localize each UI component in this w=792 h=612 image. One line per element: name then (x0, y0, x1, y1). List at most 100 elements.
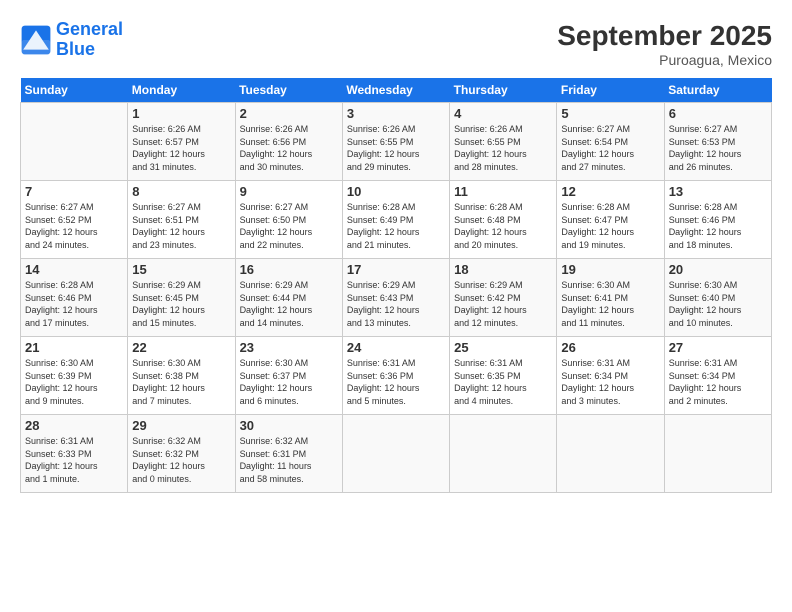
day-info: Sunrise: 6:27 AM Sunset: 6:52 PM Dayligh… (25, 201, 123, 251)
day-number: 16 (240, 262, 338, 277)
calendar-cell: 15 Sunrise: 6:29 AM Sunset: 6:45 PM Dayli… (128, 259, 235, 337)
day-info: Sunrise: 6:31 AM Sunset: 6:34 PM Dayligh… (669, 357, 767, 407)
weekday-header-monday: Monday (128, 78, 235, 103)
day-info: Sunrise: 6:26 AM Sunset: 6:55 PM Dayligh… (454, 123, 552, 173)
day-number: 24 (347, 340, 445, 355)
day-number: 2 (240, 106, 338, 121)
day-number: 25 (454, 340, 552, 355)
day-info: Sunrise: 6:30 AM Sunset: 6:37 PM Dayligh… (240, 357, 338, 407)
weekday-header-row: SundayMondayTuesdayWednesdayThursdayFrid… (21, 78, 772, 103)
weekday-header-friday: Friday (557, 78, 664, 103)
week-row-2: 7 Sunrise: 6:27 AM Sunset: 6:52 PM Daylig… (21, 181, 772, 259)
day-number: 7 (25, 184, 123, 199)
day-info: Sunrise: 6:29 AM Sunset: 6:42 PM Dayligh… (454, 279, 552, 329)
calendar-cell (557, 415, 664, 493)
day-number: 14 (25, 262, 123, 277)
calendar-cell: 6 Sunrise: 6:27 AM Sunset: 6:53 PM Daylig… (664, 103, 771, 181)
day-info: Sunrise: 6:29 AM Sunset: 6:43 PM Dayligh… (347, 279, 445, 329)
day-info: Sunrise: 6:28 AM Sunset: 6:46 PM Dayligh… (25, 279, 123, 329)
day-info: Sunrise: 6:27 AM Sunset: 6:50 PM Dayligh… (240, 201, 338, 251)
calendar-cell: 2 Sunrise: 6:26 AM Sunset: 6:56 PM Daylig… (235, 103, 342, 181)
day-number: 28 (25, 418, 123, 433)
calendar-cell: 10 Sunrise: 6:28 AM Sunset: 6:49 PM Dayli… (342, 181, 449, 259)
calendar-cell: 28 Sunrise: 6:31 AM Sunset: 6:33 PM Dayli… (21, 415, 128, 493)
weekday-header-thursday: Thursday (450, 78, 557, 103)
day-info: Sunrise: 6:28 AM Sunset: 6:47 PM Dayligh… (561, 201, 659, 251)
weekday-header-wednesday: Wednesday (342, 78, 449, 103)
day-number: 1 (132, 106, 230, 121)
month-title: September 2025 (557, 20, 772, 52)
logo-icon (20, 24, 52, 56)
calendar-cell (450, 415, 557, 493)
day-number: 4 (454, 106, 552, 121)
day-number: 3 (347, 106, 445, 121)
week-row-5: 28 Sunrise: 6:31 AM Sunset: 6:33 PM Dayli… (21, 415, 772, 493)
logo: General Blue (20, 20, 123, 60)
calendar-cell: 16 Sunrise: 6:29 AM Sunset: 6:44 PM Dayli… (235, 259, 342, 337)
calendar-cell: 5 Sunrise: 6:27 AM Sunset: 6:54 PM Daylig… (557, 103, 664, 181)
day-number: 18 (454, 262, 552, 277)
logo-text: General Blue (56, 20, 123, 60)
calendar-cell: 29 Sunrise: 6:32 AM Sunset: 6:32 PM Dayli… (128, 415, 235, 493)
day-number: 6 (669, 106, 767, 121)
day-info: Sunrise: 6:27 AM Sunset: 6:54 PM Dayligh… (561, 123, 659, 173)
day-number: 29 (132, 418, 230, 433)
calendar-cell (342, 415, 449, 493)
calendar-cell: 22Sunrise: 6:30 AM Sunset: 6:38 PM Dayli… (128, 337, 235, 415)
calendar-cell: 11Sunrise: 6:28 AM Sunset: 6:48 PM Dayli… (450, 181, 557, 259)
day-number: 30 (240, 418, 338, 433)
day-info: Sunrise: 6:30 AM Sunset: 6:38 PM Dayligh… (132, 357, 230, 407)
location: Puroagua, Mexico (557, 52, 772, 68)
day-number: 19 (561, 262, 659, 277)
week-row-1: 1 Sunrise: 6:26 AM Sunset: 6:57 PM Daylig… (21, 103, 772, 181)
calendar-cell: 17 Sunrise: 6:29 AM Sunset: 6:43 PM Dayli… (342, 259, 449, 337)
calendar-cell: 14 Sunrise: 6:28 AM Sunset: 6:46 PM Dayli… (21, 259, 128, 337)
day-info: Sunrise: 6:31 AM Sunset: 6:36 PM Dayligh… (347, 357, 445, 407)
day-number: 10 (347, 184, 445, 199)
day-info: Sunrise: 6:30 AM Sunset: 6:39 PM Dayligh… (25, 357, 123, 407)
day-info: Sunrise: 6:30 AM Sunset: 6:41 PM Dayligh… (561, 279, 659, 329)
day-info: Sunrise: 6:29 AM Sunset: 6:45 PM Dayligh… (132, 279, 230, 329)
calendar-cell: 19 Sunrise: 6:30 AM Sunset: 6:41 PM Dayli… (557, 259, 664, 337)
day-info: Sunrise: 6:28 AM Sunset: 6:46 PM Dayligh… (669, 201, 767, 251)
calendar-cell: 7 Sunrise: 6:27 AM Sunset: 6:52 PM Daylig… (21, 181, 128, 259)
day-number: 9 (240, 184, 338, 199)
day-info: Sunrise: 6:26 AM Sunset: 6:55 PM Dayligh… (347, 123, 445, 173)
day-number: 20 (669, 262, 767, 277)
day-number: 23 (240, 340, 338, 355)
day-info: Sunrise: 6:26 AM Sunset: 6:56 PM Dayligh… (240, 123, 338, 173)
day-number: 5 (561, 106, 659, 121)
calendar-cell: 8Sunrise: 6:27 AM Sunset: 6:51 PM Daylig… (128, 181, 235, 259)
day-info: Sunrise: 6:29 AM Sunset: 6:44 PM Dayligh… (240, 279, 338, 329)
day-info: Sunrise: 6:32 AM Sunset: 6:32 PM Dayligh… (132, 435, 230, 485)
page-header: General Blue September 2025 Puroagua, Me… (20, 20, 772, 68)
day-info: Sunrise: 6:31 AM Sunset: 6:35 PM Dayligh… (454, 357, 552, 407)
calendar-cell: 18 Sunrise: 6:29 AM Sunset: 6:42 PM Dayli… (450, 259, 557, 337)
day-info: Sunrise: 6:27 AM Sunset: 6:53 PM Dayligh… (669, 123, 767, 173)
day-number: 15 (132, 262, 230, 277)
title-block: September 2025 Puroagua, Mexico (557, 20, 772, 68)
logo-line2: Blue (56, 40, 123, 60)
week-row-4: 21Sunrise: 6:30 AM Sunset: 6:39 PM Dayli… (21, 337, 772, 415)
day-number: 17 (347, 262, 445, 277)
day-info: Sunrise: 6:31 AM Sunset: 6:33 PM Dayligh… (25, 435, 123, 485)
calendar-cell: 20 Sunrise: 6:30 AM Sunset: 6:40 PM Dayli… (664, 259, 771, 337)
calendar-cell: 9 Sunrise: 6:27 AM Sunset: 6:50 PM Daylig… (235, 181, 342, 259)
calendar-cell: 3 Sunrise: 6:26 AM Sunset: 6:55 PM Daylig… (342, 103, 449, 181)
calendar-cell: 21Sunrise: 6:30 AM Sunset: 6:39 PM Dayli… (21, 337, 128, 415)
calendar-cell: 25 Sunrise: 6:31 AM Sunset: 6:35 PM Dayli… (450, 337, 557, 415)
calendar-cell: 23 Sunrise: 6:30 AM Sunset: 6:37 PM Dayli… (235, 337, 342, 415)
day-number: 12 (561, 184, 659, 199)
calendar-cell: 27Sunrise: 6:31 AM Sunset: 6:34 PM Dayli… (664, 337, 771, 415)
day-info: Sunrise: 6:26 AM Sunset: 6:57 PM Dayligh… (132, 123, 230, 173)
day-number: 8 (132, 184, 230, 199)
day-info: Sunrise: 6:28 AM Sunset: 6:49 PM Dayligh… (347, 201, 445, 251)
calendar-cell (21, 103, 128, 181)
day-info: Sunrise: 6:32 AM Sunset: 6:31 PM Dayligh… (240, 435, 338, 485)
calendar-cell: 30 Sunrise: 6:32 AM Sunset: 6:31 PM Dayli… (235, 415, 342, 493)
day-number: 26 (561, 340, 659, 355)
calendar-cell: 24 Sunrise: 6:31 AM Sunset: 6:36 PM Dayli… (342, 337, 449, 415)
day-info: Sunrise: 6:30 AM Sunset: 6:40 PM Dayligh… (669, 279, 767, 329)
calendar-cell: 1 Sunrise: 6:26 AM Sunset: 6:57 PM Daylig… (128, 103, 235, 181)
day-number: 11 (454, 184, 552, 199)
